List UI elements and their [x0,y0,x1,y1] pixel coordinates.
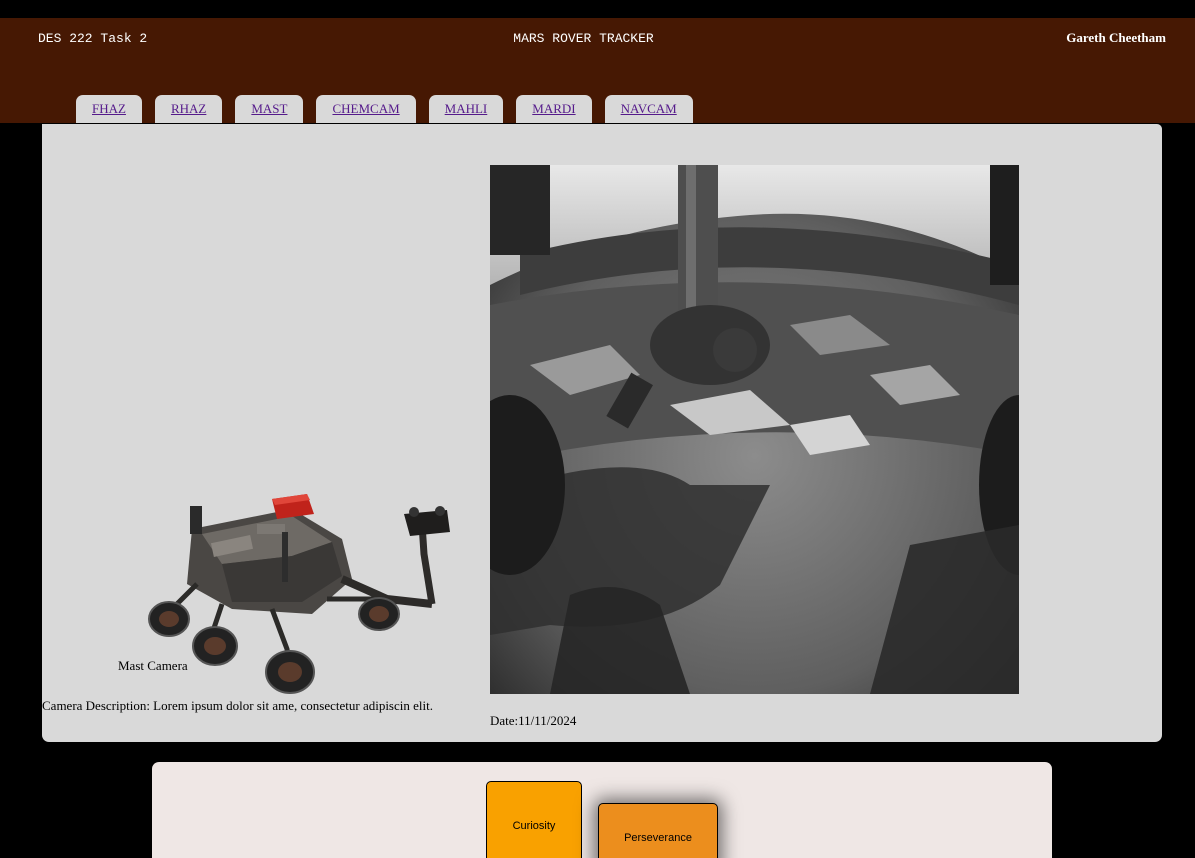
tab-navcam: NAVCAM [604,95,693,123]
camera-tabs: FHAZ RHAZ MAST CHEMCAM MAHLI MARDI NAVCA… [76,95,706,123]
camera-panel: Mast Camera Camera Description: Lorem ip… [42,124,1162,742]
tab-mardi: MARDI [516,95,592,123]
user-name: Gareth Cheetham [1066,30,1166,45]
tab-rhaz-link[interactable]: RHAZ [171,101,206,117]
rover-illustration [148,494,450,694]
camera-name: Mast Camera [118,658,188,673]
tab-fhaz-link[interactable]: FHAZ [92,101,126,117]
rover-photo [490,165,1019,694]
tab-mast-link[interactable]: MAST [251,101,287,117]
date-value: 11/11/2024 [518,713,577,728]
camera-description: Camera Description: Lorem ipsum dolor si… [42,698,433,713]
curiosity-button[interactable]: Curiosity [486,781,582,858]
tab-fhaz: FHAZ [76,95,142,123]
photo-date: Date:11/11/2024 [490,713,576,729]
tab-chemcam: CHEMCAM [316,95,416,123]
tab-mardi-link[interactable]: MARDI [532,101,575,117]
tab-mahli: MAHLI [428,95,504,123]
top-header: DES 222 Task 2 MARS ROVER TRACKER Gareth… [0,18,1195,123]
perseverance-button[interactable]: Perseverance [598,803,718,858]
tab-mast: MAST [235,95,304,123]
tab-mahli-link[interactable]: MAHLI [445,101,488,117]
tab-chemcam-link[interactable]: CHEMCAM [332,101,399,117]
rover-selector: Curiosity Perseverance [152,762,1052,858]
tab-navcam-link[interactable]: NAVCAM [621,101,677,117]
date-label: Date: [490,713,519,728]
app-title: MARS ROVER TRACKER [513,31,654,46]
tab-rhaz: RHAZ [154,95,223,123]
